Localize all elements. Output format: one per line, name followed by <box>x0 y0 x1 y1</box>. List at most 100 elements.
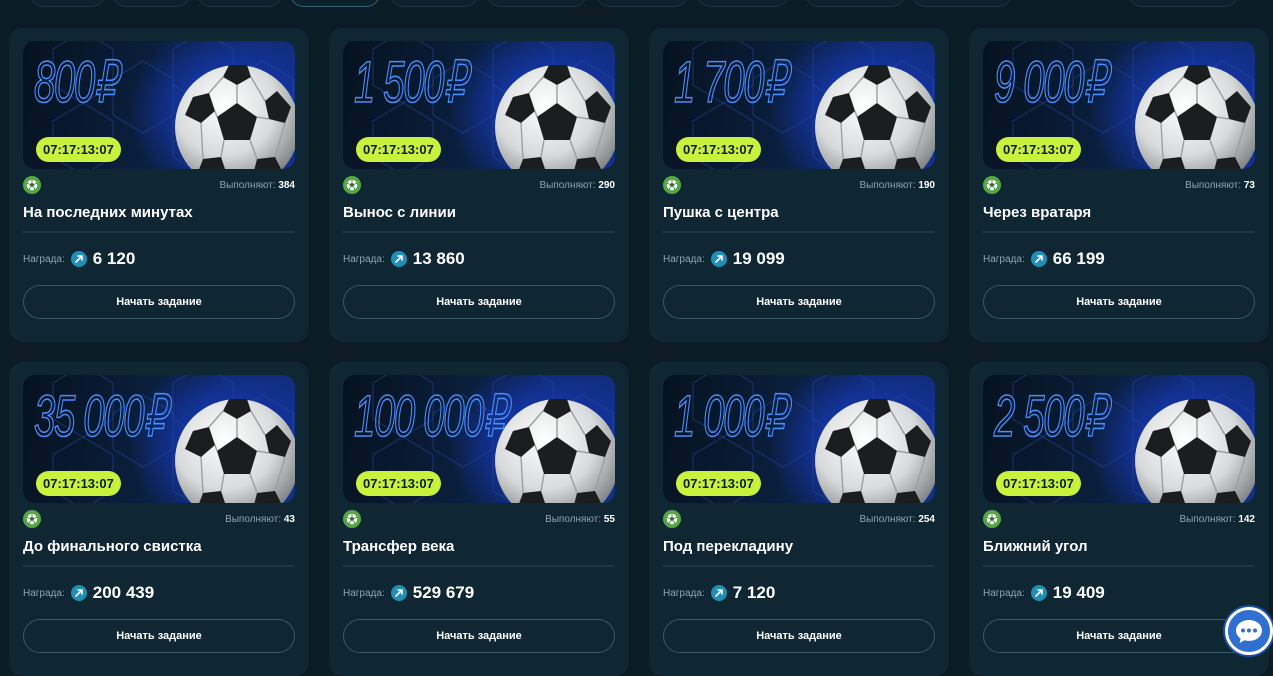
performers-count: Выполняют: 190 <box>860 180 936 191</box>
filter-tab[interactable] <box>1128 0 1238 7</box>
soccer-ball-icon <box>663 176 681 194</box>
filter-tab[interactable] <box>487 0 587 7</box>
reward-value: 19 099 <box>732 249 785 268</box>
countdown-timer: 07:17:13:07 <box>676 137 761 162</box>
task-title: На последних минутах <box>23 204 193 221</box>
soccer-ball-icon <box>343 510 361 528</box>
reward-label: Награда: <box>23 587 65 599</box>
performers-count: Выполняют: 254 <box>860 514 936 525</box>
performers-count: Выполняют: 384 <box>220 180 296 191</box>
arrow-coin-icon <box>1030 585 1047 601</box>
performers-label: Выполняют: <box>859 514 916 525</box>
task-title: Трансфер века <box>343 538 455 555</box>
prize-amount: 2 500₽ <box>993 384 1108 449</box>
performers-value: 290 <box>598 180 615 191</box>
performers-label: Выполняют: <box>859 180 916 191</box>
filter-tab[interactable] <box>197 0 282 7</box>
countdown-timer: 07:17:13:07 <box>356 471 441 496</box>
task-banner: 1 500₽ 07:17:13:07 <box>343 41 615 169</box>
filter-tab[interactable] <box>112 0 190 7</box>
reward-label: Награда: <box>343 587 385 599</box>
soccer-ball-image <box>495 399 615 503</box>
arrow-coin-icon <box>710 251 727 267</box>
task-meta: Выполняют: 142 <box>983 503 1255 535</box>
countdown-timer: 07:17:13:07 <box>356 137 441 162</box>
task-card: 35 000₽ 07:17:13:07 Выполняют: 43 До фин… <box>9 362 309 676</box>
task-card: 2 500₽ 07:17:13:07 Выполняют: 142 Ближни… <box>969 362 1269 676</box>
countdown-timer: 07:17:13:07 <box>996 137 1081 162</box>
task-meta: Выполняют: 190 <box>663 169 935 201</box>
performers-value: 384 <box>278 180 295 191</box>
prize-amount: 1 500₽ <box>353 50 468 115</box>
arrow-coin-icon <box>70 251 87 267</box>
soccer-ball-image <box>175 399 295 503</box>
reward-value: 19 409 <box>1052 583 1105 602</box>
reward-label: Награда: <box>663 587 705 599</box>
filter-tab-active[interactable] <box>290 0 380 7</box>
arrow-coin-icon <box>1030 251 1047 267</box>
soccer-ball-image <box>815 65 935 169</box>
reward-label: Награда: <box>663 253 705 265</box>
task-meta: Выполняют: 55 <box>343 503 615 535</box>
task-banner: 1 700₽ 07:17:13:07 <box>663 41 935 169</box>
prize-amount: 9 000₽ <box>993 50 1108 115</box>
chat-button[interactable] <box>1225 607 1273 655</box>
prize-amount: 800₽ <box>33 50 118 115</box>
filter-tab[interactable] <box>596 0 688 7</box>
task-card: 100 000₽ 07:17:13:07 Выполняют: 55 Транс… <box>329 362 629 676</box>
start-task-button[interactable]: Начать задание <box>983 285 1255 319</box>
performers-value: 73 <box>1243 180 1255 191</box>
performers-value: 190 <box>918 180 935 191</box>
soccer-ball-image <box>175 65 295 169</box>
performers-value: 55 <box>603 514 615 525</box>
task-meta: Выполняют: 254 <box>663 503 935 535</box>
soccer-ball-icon <box>23 176 41 194</box>
arrow-coin-icon <box>710 585 727 601</box>
filter-tab[interactable] <box>912 0 1012 7</box>
task-banner: 9 000₽ 07:17:13:07 <box>983 41 1255 169</box>
soccer-ball-icon <box>23 510 41 528</box>
reward-label: Награда: <box>343 253 385 265</box>
start-task-button[interactable]: Начать задание <box>23 619 295 653</box>
task-card: 1 700₽ 07:17:13:07 Выполняют: 190 Пушка … <box>649 28 949 342</box>
filter-tab[interactable] <box>805 0 905 7</box>
performers-label: Выполняют: <box>545 514 602 525</box>
reward-row: Награда: 6 120 <box>23 233 295 285</box>
task-meta: Выполняют: 73 <box>983 169 1255 201</box>
start-task-button[interactable]: Начать задание <box>983 619 1255 653</box>
task-meta: Выполняют: 43 <box>23 503 295 535</box>
chat-bubble-icon <box>1236 620 1262 643</box>
performers-value: 142 <box>1238 514 1255 525</box>
task-banner: 800₽ 07:17:13:07 <box>23 41 295 169</box>
reward-row: Награда: 66 199 <box>983 233 1255 285</box>
arrow-coin-icon <box>70 585 87 601</box>
task-title: Под перекладину <box>663 538 794 555</box>
reward-row: Награда: 13 860 <box>343 233 615 285</box>
reward-value: 13 860 <box>412 249 465 268</box>
filter-tab[interactable] <box>30 0 105 7</box>
performers-value: 254 <box>918 514 935 525</box>
reward-value: 66 199 <box>1052 249 1105 268</box>
reward-row: Награда: 529 679 <box>343 567 615 619</box>
filter-tab[interactable] <box>390 0 478 7</box>
soccer-ball-image <box>495 65 615 169</box>
prize-amount: 100 000₽ <box>353 384 508 449</box>
start-task-button[interactable]: Начать задание <box>663 619 935 653</box>
filter-tab[interactable] <box>697 0 789 7</box>
task-banner: 1 000₽ 07:17:13:07 <box>663 375 935 503</box>
task-grid: 800₽ 07:17:13:07 Выполняют: 384 На после… <box>9 28 1269 676</box>
start-task-button[interactable]: Начать задание <box>23 285 295 319</box>
performers-count: Выполняют: 290 <box>540 180 616 191</box>
prize-amount: 1 000₽ <box>673 384 788 449</box>
start-task-button[interactable]: Начать задание <box>343 619 615 653</box>
start-task-button[interactable]: Начать задание <box>663 285 935 319</box>
start-task-button[interactable]: Начать задание <box>343 285 615 319</box>
filter-tabs <box>0 0 1273 7</box>
soccer-ball-icon <box>343 176 361 194</box>
reward-value: 200 439 <box>92 583 155 602</box>
performers-label: Выполняют: <box>1185 180 1242 191</box>
task-title: Через вратаря <box>983 204 1092 221</box>
task-title: Вынос с линии <box>343 204 456 221</box>
reward-label: Награда: <box>983 587 1025 599</box>
reward-row: Награда: 19 409 <box>983 567 1255 619</box>
